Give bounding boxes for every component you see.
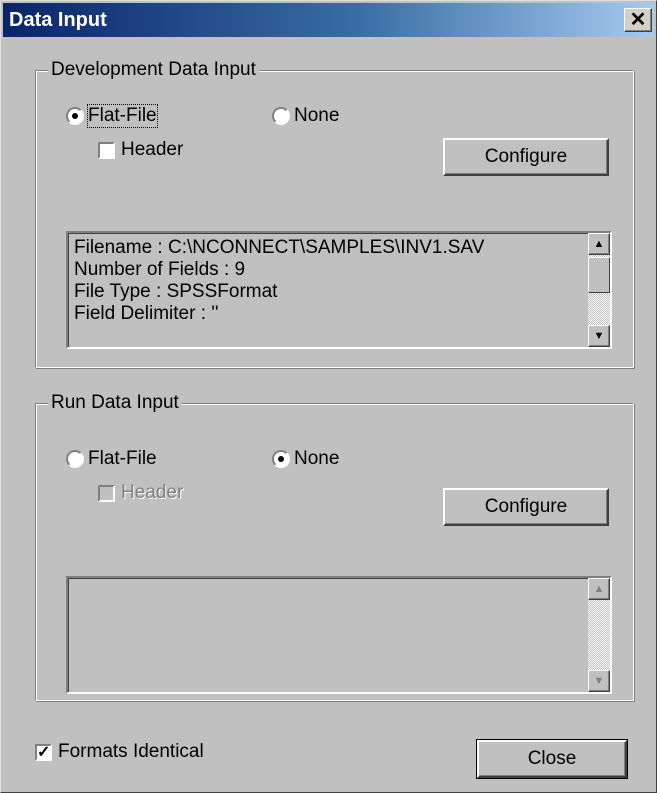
info-number-of-fields: Number of Fields : 9: [74, 259, 246, 280]
run-group-label: Run Data Input: [48, 392, 182, 414]
run-info-scrollbar[interactable]: ▲ ▼: [588, 578, 610, 692]
checkbox-disabled-icon: [98, 484, 115, 502]
formats-identical-label: Formats Identical: [58, 741, 204, 762]
dev-info-scrollbar[interactable]: ▲ ▼: [588, 233, 610, 347]
info-filename: Filename : C:\NCONNECT\SAMPLES\INV1.SAV: [74, 237, 485, 258]
dev-info-text: Filename : C:\NCONNECT\SAMPLES\INV1.SAV …: [74, 237, 484, 325]
info-file-type: File Type : SPSSFormat: [74, 281, 278, 302]
formats-identical-checkbox[interactable]: ✓ Formats Identical: [35, 741, 204, 763]
checkbox-empty-icon: [98, 141, 115, 159]
data-input-dialog: Data Input ✕ Development Data Input Flat…: [0, 0, 657, 793]
dev-info-listbox[interactable]: Filename : C:\NCONNECT\SAMPLES\INV1.SAV …: [66, 231, 612, 349]
development-data-input-group: Development Data Input Flat-File None He…: [35, 59, 634, 368]
title-bar[interactable]: Data Input ✕: [3, 3, 654, 37]
scroll-down-arrow-icon[interactable]: ▼: [588, 325, 610, 347]
radio-selected-icon: [66, 107, 84, 125]
window-title: Data Input: [9, 9, 107, 31]
info-field-delimiter: Field Delimiter : '': [74, 303, 219, 324]
run-data-input-group: Run Data Input Flat-File None Header Con…: [35, 392, 634, 701]
dev-flatfile-radio[interactable]: Flat-File: [66, 104, 158, 128]
scroll-up-arrow-icon[interactable]: ▲: [588, 578, 610, 600]
run-header-checkbox[interactable]: Header: [98, 482, 183, 504]
run-flatfile-radio[interactable]: Flat-File: [66, 448, 157, 470]
close-icon[interactable]: ✕: [624, 8, 652, 32]
run-info-listbox[interactable]: ▲ ▼: [66, 576, 612, 694]
run-none-radio[interactable]: None: [272, 448, 339, 470]
development-group-label: Development Data Input: [48, 59, 259, 81]
dev-flatfile-label: Flat-File: [87, 104, 158, 128]
run-flatfile-label: Flat-File: [88, 448, 157, 469]
run-header-label: Header: [121, 482, 184, 503]
dev-none-label: None: [294, 105, 340, 126]
check-mark-icon: ✓: [35, 743, 52, 761]
dev-none-radio[interactable]: None: [272, 105, 339, 127]
scroll-down-arrow-icon[interactable]: ▼: [588, 670, 610, 692]
radio-unselected-icon: [272, 107, 290, 125]
run-none-label: None: [294, 448, 340, 469]
radio-unselected-icon: [66, 450, 84, 468]
dev-header-label: Header: [121, 139, 184, 160]
dev-header-checkbox[interactable]: Header: [98, 139, 183, 161]
scrollbar-thumb[interactable]: [588, 257, 610, 293]
close-button[interactable]: Close: [476, 739, 628, 779]
scroll-up-arrow-icon[interactable]: ▲: [588, 233, 610, 255]
dev-configure-button[interactable]: Configure: [443, 138, 609, 176]
radio-selected-icon: [272, 450, 290, 468]
run-configure-button[interactable]: Configure: [443, 488, 609, 526]
